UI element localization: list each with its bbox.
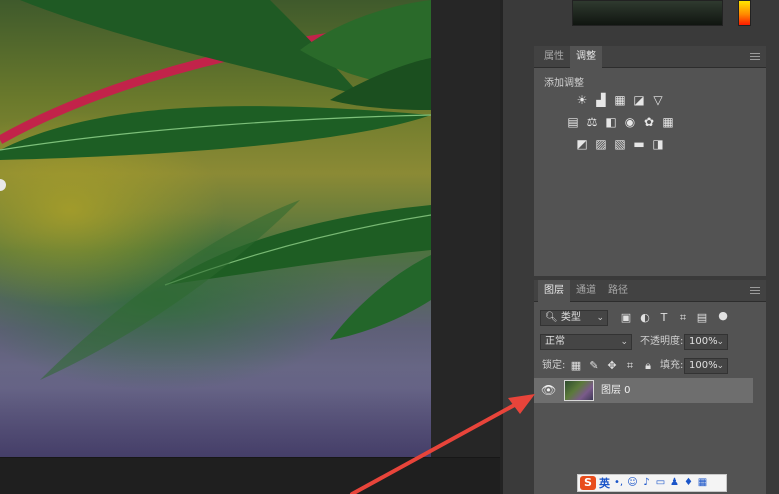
chevron-down-icon: ⌄ xyxy=(716,361,724,371)
tab-layers[interactable]: 图层 xyxy=(538,280,570,302)
eye-icon[interactable]: 👁︎ xyxy=(541,384,556,396)
toolbox-icon[interactable]: ▦ xyxy=(697,477,708,489)
keyboard-icon[interactable]: ▭ xyxy=(655,477,666,489)
photo-filter-icon[interactable]: ◉ xyxy=(623,115,637,129)
gradient-map-icon[interactable]: ◨ xyxy=(651,137,665,151)
emoji-icon[interactable]: ☺ xyxy=(627,477,638,489)
adjustment-icons-row-2: ▤ ⚖ ◧ ◉ ✿ ▦ xyxy=(566,115,675,129)
filter-toggle-icon[interactable]: ● xyxy=(717,310,729,322)
invert-icon[interactable]: ◩ xyxy=(575,137,589,151)
filter-shape-icon[interactable]: ⌗ xyxy=(677,312,689,324)
black-white-icon[interactable]: ◧ xyxy=(604,115,618,129)
lock-label: 锁定: xyxy=(542,360,566,371)
lock-image-icon[interactable]: ✎ xyxy=(588,360,600,372)
color-balance-icon[interactable]: ⚖ xyxy=(585,115,599,129)
exposure-icon[interactable]: ◪ xyxy=(632,93,646,107)
lock-artboard-icon[interactable]: ⌗ xyxy=(624,360,636,372)
opacity-value: 100% xyxy=(689,336,718,347)
opacity-label: 不透明度: xyxy=(640,336,684,347)
selective-color-icon[interactable]: ▬ xyxy=(632,137,646,151)
layer-filter-select[interactable]: 🔍︎ 类型 ⌄ xyxy=(540,310,608,326)
brightness-contrast-icon[interactable]: ☀ xyxy=(575,93,589,107)
chevron-down-icon: ⌄ xyxy=(716,337,724,347)
opacity-field[interactable]: 100% ⌄ xyxy=(684,334,728,350)
search-icon: 🔍︎ xyxy=(545,312,558,323)
filter-smart-object-icon[interactable]: ▤ xyxy=(696,312,708,324)
hue-slider[interactable] xyxy=(738,0,751,26)
vibrance-icon[interactable]: ▽ xyxy=(651,93,665,107)
filter-adjustment-icon[interactable]: ◐ xyxy=(639,312,651,324)
chevron-down-icon: ⌄ xyxy=(596,313,604,323)
tab-properties[interactable]: 属性 xyxy=(538,46,570,68)
photo-oleander-leaves[interactable] xyxy=(0,0,431,457)
add-adjustment-label: 添加调整 xyxy=(544,78,584,89)
color-field[interactable] xyxy=(572,0,723,26)
panel-menu-icon[interactable] xyxy=(750,53,760,60)
fill-field[interactable]: 100% ⌄ xyxy=(684,358,728,374)
chevron-down-icon: ⌄ xyxy=(620,337,628,347)
channel-mixer-icon[interactable]: ✿ xyxy=(642,115,656,129)
panel-menu-icon[interactable] xyxy=(750,287,760,294)
fill-value: 100% xyxy=(689,360,718,371)
tab-paths[interactable]: 路径 xyxy=(602,280,634,302)
punctuation-icon[interactable]: •, xyxy=(613,477,624,489)
voice-icon[interactable]: ♪ xyxy=(641,477,652,489)
filter-pixel-icon[interactable]: ▣ xyxy=(620,312,632,324)
layer-filter-value: 类型 xyxy=(560,312,581,323)
color-lookup-icon[interactable]: ▦ xyxy=(661,115,675,129)
curves-icon[interactable]: ▦ xyxy=(613,93,627,107)
adjustments-tab-bar: 属性 调整 xyxy=(534,46,766,68)
lock-all-icon[interactable]: 🔒︎ xyxy=(642,360,654,372)
sogou-logo[interactable]: S xyxy=(580,476,596,490)
adjustment-icons-row-3: ◩ ▨ ▧ ▬ ◨ xyxy=(575,137,665,151)
lock-transparent-icon[interactable]: ▦ xyxy=(570,360,582,372)
status-bar xyxy=(0,457,500,494)
blend-mode-value: 正常 xyxy=(545,336,565,347)
filter-type-icon[interactable]: T xyxy=(658,312,670,324)
threshold-icon[interactable]: ▧ xyxy=(613,137,627,151)
blend-mode-select[interactable]: 正常 ⌄ xyxy=(540,334,632,350)
fill-label: 填充: xyxy=(660,360,684,371)
skin-icon[interactable]: ♦ xyxy=(683,477,694,489)
ime-language-toggle[interactable]: 英 xyxy=(599,475,610,491)
hue-saturation-icon[interactable]: ▤ xyxy=(566,115,580,129)
photo-shadow xyxy=(0,367,431,457)
layers-tab-bar: 图层 通道 路径 xyxy=(534,280,766,302)
user-icon[interactable]: ♟ xyxy=(669,477,680,489)
layer-name[interactable]: 图层 0 xyxy=(601,378,631,403)
adjustment-icons-row-1: ☀ ▟ ▦ ◪ ▽ xyxy=(575,93,665,107)
layer-row[interactable]: 👁︎ 图层 0 xyxy=(534,378,753,403)
levels-icon[interactable]: ▟ xyxy=(594,93,608,107)
posterize-icon[interactable]: ▨ xyxy=(594,137,608,151)
adjustments-panel: 属性 调整 添加调整 ☀ ▟ ▦ ◪ ▽ ▤ ⚖ ◧ ◉ ✿ ▦ ◩ ▨ ▧ ▬… xyxy=(534,46,766,276)
tab-channels[interactable]: 通道 xyxy=(570,280,602,302)
document-canvas[interactable] xyxy=(0,0,500,494)
lock-position-icon[interactable]: ✥ xyxy=(606,360,618,372)
layer-thumbnail[interactable] xyxy=(564,380,594,401)
tab-adjustments[interactable]: 调整 xyxy=(570,46,602,68)
ime-toolbar: S 英 •, ☺ ♪ ▭ ♟ ♦ ▦ xyxy=(577,474,727,492)
